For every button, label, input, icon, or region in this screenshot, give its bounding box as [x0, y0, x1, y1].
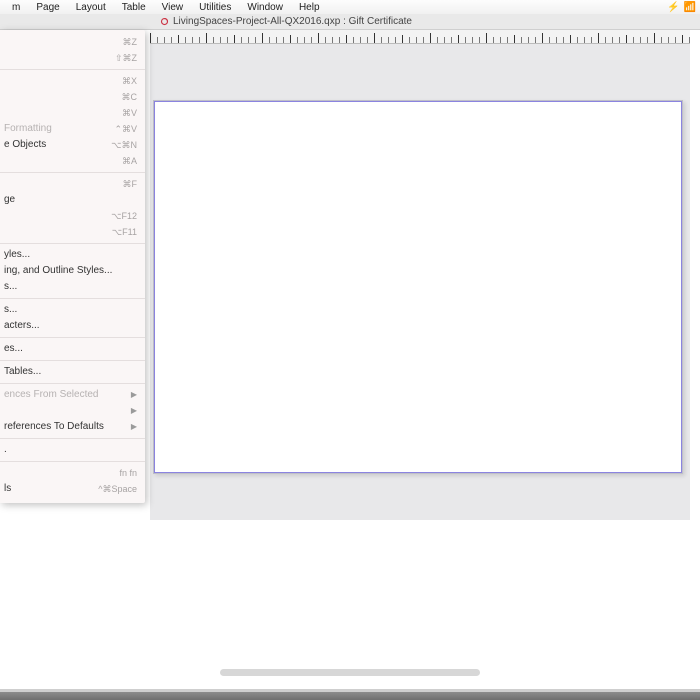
page-canvas[interactable] — [153, 100, 683, 474]
menu-separator — [0, 461, 145, 462]
margin-guides — [154, 101, 682, 473]
menu-m[interactable]: m — [4, 2, 28, 13]
edit-menu-dropdown: ⌘Z ⇧⌘Z ⌘X ⌘C ⌘V Formatting⌃⌘V e Objects⌥… — [0, 30, 145, 503]
menu-page[interactable]: Page — [28, 2, 67, 13]
horizontal-ruler[interactable] — [150, 30, 690, 44]
workarea: ⌘Z ⇧⌘Z ⌘X ⌘C ⌘V Formatting⌃⌘V e Objects⌥… — [0, 30, 700, 700]
menu-redo: ⇧⌘Z — [0, 50, 145, 66]
menu-cut: ⌘X — [0, 73, 145, 89]
menu-layout[interactable]: Layout — [68, 2, 114, 13]
menu-undo[interactable]: ⌘Z — [0, 34, 145, 50]
document-tab-bar: LivingSpaces-Project-All-QX2016.qxp : Gi… — [0, 14, 700, 30]
menu-update-preferences-from-selected: ences From Selected — [0, 387, 145, 403]
menu-separator — [0, 337, 145, 338]
menu-separator — [0, 298, 145, 299]
status-icon: ⚡ — [667, 2, 679, 13]
menu-color-setups[interactable]: s... — [0, 302, 145, 318]
menubar: m Page Layout Table View Utilities Windo… — [0, 0, 700, 14]
menu-utilities[interactable]: Utilities — [191, 2, 239, 13]
menu-apply-preferences-to-all[interactable] — [0, 403, 145, 419]
menu-separator — [0, 438, 145, 439]
menu-next[interactable]: ⌥F11 — [0, 224, 145, 240]
menu-table[interactable]: Table — [114, 2, 154, 13]
document-tab-icon — [160, 17, 169, 26]
pasteboard[interactable] — [150, 44, 690, 520]
menu-start-dictation[interactable]: fn fn — [0, 465, 145, 481]
menu-emoji-symbols[interactable]: ls^⌘Space — [0, 481, 145, 497]
menu-conditional-styles[interactable]: s... — [0, 279, 145, 295]
menu-inline-tables[interactable]: Tables... — [0, 364, 145, 380]
menu-prev[interactable]: ⌥F12 — [0, 208, 145, 224]
menu-paste: ⌘V — [0, 105, 145, 121]
menu-revert-preferences-to-defaults[interactable]: references To Defaults — [0, 419, 145, 435]
menu-separator — [0, 360, 145, 361]
menu-item-find-change[interactable]: ge — [0, 192, 145, 208]
menu-item-styles[interactable]: yles... — [0, 247, 145, 263]
menu-select-all: ⌘A — [0, 153, 145, 169]
menu-separator — [0, 69, 145, 70]
menu-item-dots[interactable]: . — [0, 442, 145, 458]
menu-special-characters[interactable]: acters... — [0, 318, 145, 334]
dock-shelf — [0, 692, 700, 700]
menu-bullet-numbering-outline-styles[interactable]: ing, and Outline Styles... — [0, 263, 145, 279]
menu-help[interactable]: Help — [291, 2, 328, 13]
menu-callout-styles[interactable]: es... — [0, 341, 145, 357]
horizontal-scrollbar[interactable] — [220, 669, 480, 676]
menu-paste-as-native-objects[interactable]: e Objects⌥⌘N — [0, 137, 145, 153]
document-tab-title[interactable]: LivingSpaces-Project-All-QX2016.qxp : Gi… — [173, 16, 412, 27]
menu-window[interactable]: Window — [239, 2, 291, 13]
status-icon: 📶 — [684, 2, 696, 13]
menu-paste-without-formatting: Formatting⌃⌘V — [0, 121, 145, 137]
menu-view[interactable]: View — [154, 2, 192, 13]
menu-separator — [0, 172, 145, 173]
menu-separator — [0, 383, 145, 384]
menu-separator — [0, 243, 145, 244]
menu-find[interactable]: ⌘F — [0, 176, 145, 192]
menu-copy: ⌘C — [0, 89, 145, 105]
